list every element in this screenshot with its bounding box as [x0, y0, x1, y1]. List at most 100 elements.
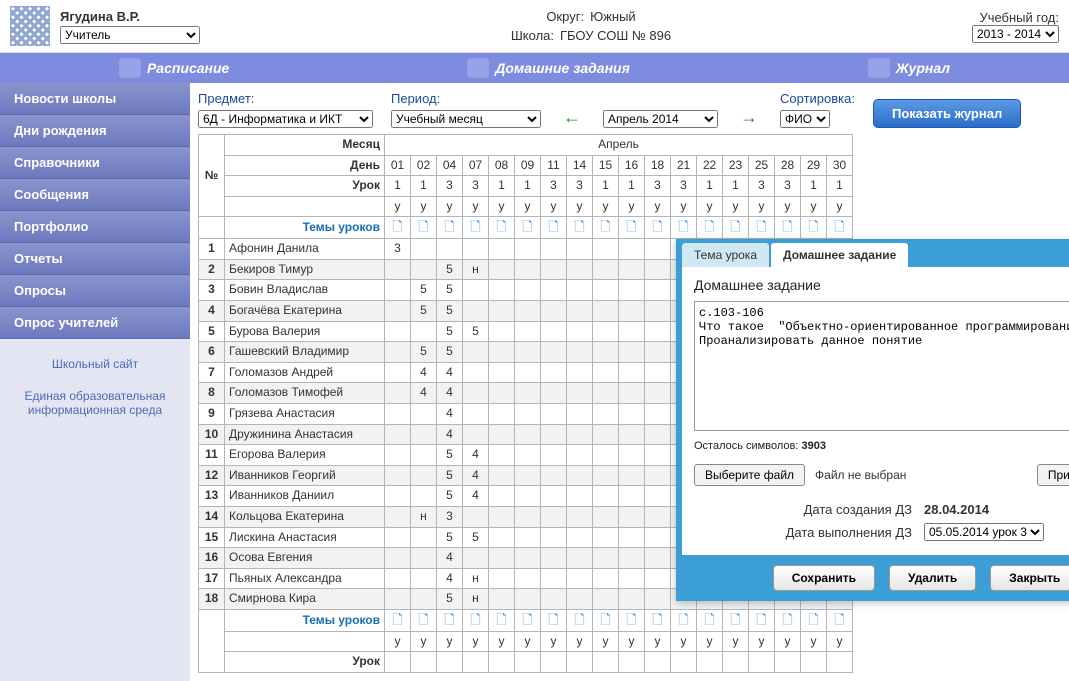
mark-cell[interactable] — [567, 383, 593, 404]
mark-cell[interactable] — [593, 362, 619, 383]
mark-cell[interactable] — [411, 424, 437, 445]
mark-cell[interactable]: 5 — [437, 280, 463, 301]
mark-cell[interactable] — [619, 239, 645, 260]
mark-cell[interactable]: 3 — [437, 506, 463, 527]
sidebar-item-5[interactable]: Отчеты — [0, 243, 190, 275]
mark-cell[interactable] — [541, 321, 567, 342]
mark-cell[interactable] — [541, 280, 567, 301]
mark-cell[interactable] — [645, 465, 671, 486]
mark-cell[interactable] — [541, 465, 567, 486]
mark-cell[interactable] — [619, 589, 645, 610]
nav-schedule[interactable]: Расписание — [119, 58, 229, 78]
doc-icon[interactable]: 🗋 — [392, 612, 402, 627]
doc-icon[interactable]: 🗋 — [470, 612, 480, 627]
mark-cell[interactable] — [489, 280, 515, 301]
mark-cell[interactable] — [567, 424, 593, 445]
sidebar-link-edu-env[interactable]: Единая образовательная информационная ср… — [0, 389, 190, 417]
mark-cell[interactable] — [489, 506, 515, 527]
mark-cell[interactable] — [385, 465, 411, 486]
mark-cell[interactable] — [567, 342, 593, 363]
mark-cell[interactable] — [645, 239, 671, 260]
mark-cell[interactable] — [619, 404, 645, 425]
doc-icon[interactable]: 🗋 — [574, 612, 584, 627]
doc-icon[interactable]: 🗋 — [678, 612, 688, 627]
mark-cell[interactable] — [385, 424, 411, 445]
mark-cell[interactable] — [645, 301, 671, 322]
mark-cell[interactable] — [619, 321, 645, 342]
mark-cell[interactable]: 4 — [437, 424, 463, 445]
doc-icon[interactable]: 🗋 — [652, 612, 662, 627]
mark-cell[interactable] — [593, 280, 619, 301]
doc-icon[interactable]: 🗋 — [418, 612, 428, 627]
mark-cell[interactable] — [541, 239, 567, 260]
mark-cell[interactable] — [385, 568, 411, 589]
mark-cell[interactable] — [385, 589, 411, 610]
mark-cell[interactable] — [541, 527, 567, 548]
doc-icon[interactable]: 🗋 — [834, 612, 844, 627]
mark-cell[interactable] — [645, 404, 671, 425]
mark-cell[interactable] — [541, 589, 567, 610]
mark-cell[interactable] — [489, 445, 515, 466]
mark-cell[interactable] — [541, 506, 567, 527]
mark-cell[interactable]: 4 — [411, 383, 437, 404]
mark-cell[interactable] — [515, 239, 541, 260]
mark-cell[interactable] — [489, 589, 515, 610]
mark-cell[interactable] — [385, 342, 411, 363]
mark-cell[interactable]: н — [463, 589, 489, 610]
save-button[interactable]: Сохранить — [773, 565, 875, 591]
mark-cell[interactable] — [593, 589, 619, 610]
mark-cell[interactable] — [645, 589, 671, 610]
mark-cell[interactable] — [515, 383, 541, 404]
show-journal-button[interactable]: Показать журнал — [873, 99, 1021, 128]
period-select[interactable]: Учебный месяц — [391, 110, 541, 128]
mark-cell[interactable] — [411, 568, 437, 589]
doc-icon[interactable]: 🗋 — [808, 219, 818, 234]
mark-cell[interactable] — [645, 280, 671, 301]
mark-cell[interactable] — [593, 506, 619, 527]
mark-cell[interactable] — [489, 342, 515, 363]
mark-cell[interactable]: 5 — [411, 280, 437, 301]
mark-cell[interactable] — [489, 568, 515, 589]
mark-cell[interactable]: 5 — [411, 342, 437, 363]
mark-cell[interactable] — [619, 362, 645, 383]
mark-cell[interactable] — [515, 589, 541, 610]
mark-cell[interactable] — [515, 404, 541, 425]
doc-icon[interactable]: 🗋 — [834, 219, 844, 234]
mark-cell[interactable] — [645, 259, 671, 280]
mark-cell[interactable]: 4 — [437, 568, 463, 589]
mark-cell[interactable]: 3 — [385, 239, 411, 260]
mark-cell[interactable]: 4 — [437, 362, 463, 383]
mark-cell[interactable] — [619, 342, 645, 363]
mark-cell[interactable] — [593, 301, 619, 322]
doc-icon[interactable]: 🗋 — [418, 219, 428, 234]
homework-textarea[interactable] — [694, 301, 1069, 431]
doc-icon[interactable]: 🗋 — [444, 612, 454, 627]
mark-cell[interactable] — [593, 239, 619, 260]
mark-cell[interactable]: 4 — [437, 404, 463, 425]
mark-cell[interactable] — [645, 321, 671, 342]
mark-cell[interactable] — [411, 589, 437, 610]
mark-cell[interactable] — [645, 506, 671, 527]
mark-cell[interactable] — [463, 548, 489, 569]
doc-icon[interactable]: 🗋 — [652, 219, 662, 234]
mark-cell[interactable] — [567, 548, 593, 569]
mark-cell[interactable]: 4 — [437, 383, 463, 404]
attach-file-button[interactable]: Прикрепить файл — [1037, 464, 1069, 486]
mark-cell[interactable] — [489, 301, 515, 322]
mark-cell[interactable] — [593, 342, 619, 363]
mark-cell[interactable] — [515, 548, 541, 569]
mark-cell[interactable]: 4 — [411, 362, 437, 383]
mark-cell[interactable] — [567, 239, 593, 260]
mark-cell[interactable] — [645, 527, 671, 548]
mark-cell[interactable] — [385, 506, 411, 527]
doc-icon[interactable]: 🗋 — [600, 219, 610, 234]
mark-cell[interactable] — [515, 568, 541, 589]
mark-cell[interactable] — [515, 527, 541, 548]
sidebar-item-1[interactable]: Дни рождения — [0, 115, 190, 147]
mark-cell[interactable] — [515, 321, 541, 342]
doc-icon[interactable]: 🗋 — [522, 612, 532, 627]
mark-cell[interactable] — [463, 280, 489, 301]
mark-cell[interactable] — [385, 548, 411, 569]
sidebar-item-4[interactable]: Портфолио — [0, 211, 190, 243]
mark-cell[interactable] — [411, 465, 437, 486]
